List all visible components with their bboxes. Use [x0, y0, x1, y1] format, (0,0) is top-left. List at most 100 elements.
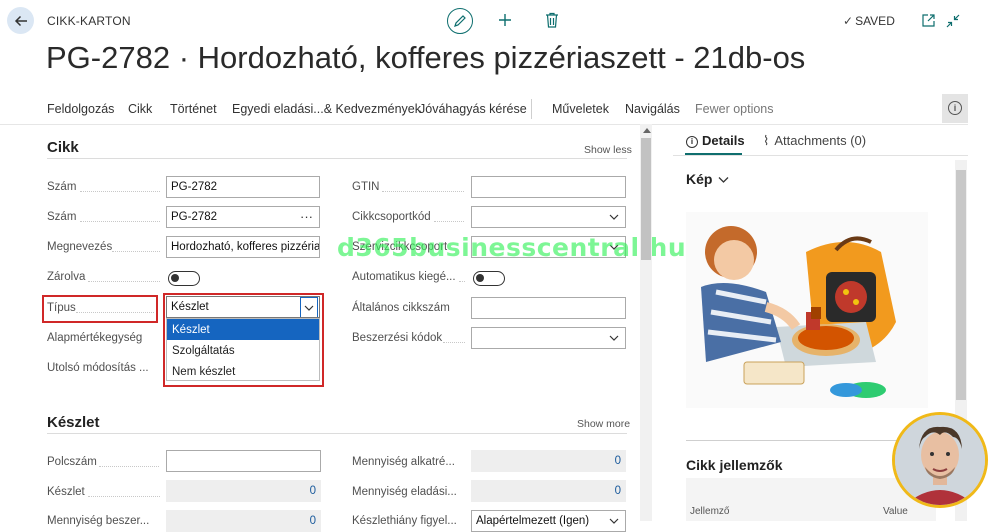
action-tortenet[interactable]: Történet: [170, 102, 217, 116]
label-leader: [88, 281, 160, 282]
field-label-szam: Szám: [47, 181, 77, 193]
label-leader: [88, 496, 160, 497]
tabs-divider: [673, 155, 968, 156]
action-bar: Feldolgozás Cikk Történet Egyedi eladási…: [0, 94, 968, 125]
show-more-link[interactable]: Show more: [577, 418, 630, 430]
show-less-link[interactable]: Show less: [584, 144, 632, 156]
new-button[interactable]: [497, 12, 513, 33]
chevron-down-icon: [609, 518, 619, 524]
tipus-option-keszlet[interactable]: Készlet: [167, 319, 319, 340]
toggle-knob: [476, 274, 484, 282]
action-cikk[interactable]: Cikk: [128, 102, 152, 116]
section-divider: [47, 158, 627, 159]
tipus-options-list: Készlet Szolgáltatás Nem készlet: [166, 318, 320, 381]
field-label-mennyiseg-eladasi: Mennyiség eladási...: [352, 486, 457, 498]
field-label-mennyiseg-alkatre: Mennyiség alkatré...: [352, 456, 455, 468]
mennyiseg-alkatre-value[interactable]: 0: [471, 450, 626, 472]
keszlet-value[interactable]: 0: [166, 480, 321, 502]
field-label-utolso-modositas: Utolsó módosítás ...: [47, 362, 149, 374]
action-separator: [531, 99, 532, 119]
mennyiseg-beszer-value[interactable]: 0: [166, 510, 321, 532]
tab-attachments[interactable]: ⌇ Attachments (0): [763, 133, 866, 149]
section-title-cikk: Cikk: [47, 139, 79, 156]
field-label-polcszam: Polcszám: [47, 456, 97, 468]
label-leader: [459, 281, 465, 282]
picture-title[interactable]: Kép: [686, 171, 729, 187]
field-label-beszerzesi-kodok: Beszerzési kódok: [352, 332, 443, 344]
trash-icon: [546, 12, 558, 28]
gtin-field[interactable]: [471, 176, 626, 198]
open-new-window-icon: [922, 14, 935, 27]
action-jovahagyas[interactable]: Jóváhagyás kérése: [419, 102, 527, 116]
item-picture[interactable]: [686, 212, 928, 408]
chevron-down-icon: [609, 214, 619, 220]
info-circle-icon: i: [686, 136, 698, 148]
factbox-scroll-thumb[interactable]: [956, 170, 966, 400]
field-label-altalanos-cikkszam: Általános cikkszám: [352, 302, 450, 314]
collapse-button[interactable]: [946, 14, 960, 33]
action-navigalas[interactable]: Navigálás: [625, 102, 680, 116]
content-scroll-thumb[interactable]: [641, 138, 651, 260]
field-label-zarolva: Zárolva: [47, 271, 86, 283]
chevron-down-icon: [609, 335, 619, 341]
collapse-icon: [946, 14, 960, 28]
scroll-up-icon[interactable]: [643, 127, 651, 133]
tipus-option-nem-keszlet[interactable]: Nem készlet: [167, 361, 319, 382]
label-leader: [76, 312, 154, 313]
action-feldolgozas[interactable]: Feldolgozás: [47, 102, 114, 116]
action-muveletek[interactable]: Műveletek: [552, 102, 609, 116]
field-label-alapmertekegyseg: Alapmértékegység: [47, 332, 143, 344]
label-leader: [382, 191, 464, 192]
label-leader: [443, 342, 465, 343]
label-leader: [434, 221, 464, 222]
szam-lookup-field[interactable]: PG-2782 ···: [166, 206, 320, 228]
toggle-knob: [171, 274, 179, 282]
field-label-cikkcsoportkod: Cikkcsoportkód: [352, 211, 431, 223]
open-new-window-button[interactable]: [922, 14, 935, 32]
back-button[interactable]: [7, 7, 34, 34]
action-egyedi-eladasi[interactable]: Egyedi eladási...& Kedvezmények: [232, 102, 421, 116]
field-label-szam-2: Szám: [47, 211, 77, 223]
megnevezes-field[interactable]: Hordozható, kofferes pizzéria: [166, 236, 320, 258]
arrow-left-icon: [14, 15, 27, 27]
szam-field[interactable]: PG-2782: [166, 176, 320, 198]
label-leader: [80, 221, 160, 222]
check-icon: ✓: [843, 14, 854, 28]
attributes-col-jellemzo: Jellemző: [690, 506, 730, 517]
label-leader: [80, 191, 160, 192]
polcszam-field[interactable]: [166, 450, 321, 472]
attributes-col-value: Value: [883, 506, 908, 517]
tipus-option-szolgaltatas[interactable]: Szolgáltatás: [167, 340, 319, 361]
plus-icon: [499, 14, 511, 26]
beszerzesi-kodok-select[interactable]: [471, 327, 626, 349]
attributes-title: Cikk jellemzők: [686, 457, 783, 473]
chevron-down-icon: [718, 177, 729, 183]
factbox-toggle-button[interactable]: i: [942, 94, 968, 123]
person-photo: [895, 415, 985, 505]
info-icon: i: [948, 101, 962, 115]
edit-button[interactable]: [447, 8, 473, 34]
cikkcsoportkod-select[interactable]: [471, 206, 626, 228]
altalanos-cikkszam-field[interactable]: [471, 297, 626, 319]
field-label-mennyiseg-beszer: Mennyiség beszer...: [47, 515, 150, 527]
field-label-gtin: GTIN: [352, 181, 380, 193]
field-label-keszlet: Készlet: [47, 486, 85, 498]
page-kicker: CIKK-KARTON: [47, 14, 131, 28]
section-divider: [47, 433, 627, 434]
keszlethiany-select[interactable]: Alapértelmezett (Igen): [471, 510, 626, 532]
field-label-automatikus: Automatikus kiegé...: [352, 271, 456, 283]
zarolva-toggle[interactable]: [168, 271, 200, 286]
label-leader: [112, 251, 160, 252]
action-fewer-options[interactable]: Fewer options: [695, 102, 774, 116]
automatikus-toggle[interactable]: [473, 271, 505, 286]
delete-button[interactable]: [545, 12, 559, 33]
tab-details[interactable]: i Details: [686, 133, 745, 148]
paperclip-icon: ⌇: [763, 133, 770, 148]
pencil-icon: [454, 15, 466, 27]
field-label-tipus: Típus: [47, 302, 76, 314]
label-leader: [99, 466, 159, 467]
ellipsis-icon[interactable]: ···: [300, 209, 313, 224]
tipus-select[interactable]: Készlet: [166, 296, 320, 318]
section-title-keszlet: Készlet: [47, 414, 100, 431]
mennyiseg-eladasi-value[interactable]: 0: [471, 480, 626, 502]
